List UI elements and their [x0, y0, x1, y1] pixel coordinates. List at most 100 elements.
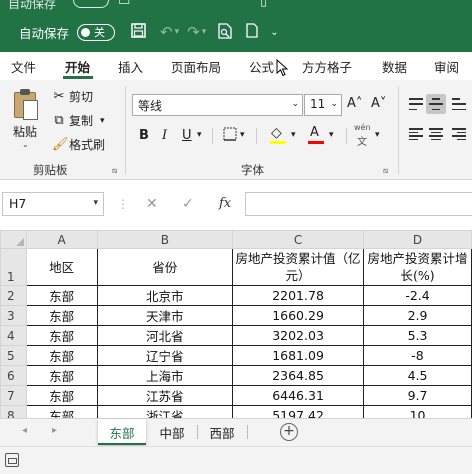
- font-name-select[interactable]: 等线 ⌄: [132, 94, 303, 116]
- table-cell[interactable]: 东部: [25, 285, 98, 306]
- table-cell[interactable]: 6446.31: [232, 385, 365, 406]
- table-cell[interactable]: 江苏省: [96, 385, 234, 406]
- table-cell[interactable]: 1660.29: [232, 305, 365, 326]
- paste-button[interactable]: 粘贴: [13, 123, 37, 140]
- bold-button[interactable]: B: [139, 128, 149, 143]
- print-preview-icon[interactable]: [218, 22, 232, 42]
- resize-handle-icon[interactable]: ⋮: [117, 197, 129, 211]
- tab-insert[interactable]: 插入: [118, 57, 143, 76]
- shrink-font-button[interactable]: A˅: [371, 96, 386, 111]
- tab-review[interactable]: 审阅: [434, 57, 459, 76]
- paste-dropdown-icon[interactable]: ⌄: [22, 140, 29, 149]
- new-doc-icon[interactable]: [246, 23, 258, 41]
- table-cell[interactable]: 东部: [25, 365, 98, 386]
- underline-dropdown-icon[interactable]: ▾: [197, 130, 202, 140]
- enter-icon[interactable]: ✓: [182, 196, 194, 212]
- spreadsheet-grid[interactable]: A B C D 1 地区 省份 房地产投资累计值（亿元） 房地产投资累计增长(%…: [0, 230, 472, 418]
- cut-button[interactable]: ✂ 剪切: [52, 88, 93, 105]
- table-cell[interactable]: 辽宁省: [96, 345, 234, 366]
- table-cell[interactable]: 天津市: [96, 305, 234, 326]
- tab-page-layout[interactable]: 页面布局: [171, 57, 221, 76]
- fill-color-icon[interactable]: ◇: [271, 125, 282, 141]
- font-color-dropdown-icon[interactable]: ▾: [329, 130, 334, 140]
- clipboard-launcher-icon[interactable]: ⧅: [112, 166, 117, 176]
- border-icon[interactable]: [223, 127, 237, 145]
- redo-dropdown-icon[interactable]: ▾: [202, 27, 207, 37]
- table-cell[interactable]: 5197.42: [232, 405, 365, 418]
- table-cell[interactable]: 东部: [25, 405, 98, 418]
- undo-icon[interactable]: ↶: [160, 24, 173, 40]
- tab-file[interactable]: 文件: [11, 57, 36, 76]
- table-cell[interactable]: 东部: [25, 345, 98, 366]
- next-sheet-icon[interactable]: ▸: [52, 425, 57, 436]
- table-cell[interactable]: 2364.85: [232, 365, 365, 386]
- table-cell[interactable]: 3202.03: [232, 325, 365, 346]
- fill-color-dropdown-icon[interactable]: ▾: [291, 130, 296, 140]
- table-cell[interactable]: 2.9: [363, 305, 472, 326]
- underline-button[interactable]: U: [182, 128, 192, 143]
- row-header[interactable]: 4: [0, 325, 27, 346]
- tab-fangfang[interactable]: 方方格子: [302, 57, 352, 76]
- sheet-tab-central[interactable]: 中部: [148, 419, 196, 445]
- prev-sheet-icon[interactable]: ◂: [22, 425, 27, 436]
- format-painter-button[interactable]: 🖌 格式刷: [52, 136, 105, 153]
- formula-input[interactable]: [245, 192, 472, 216]
- table-cell[interactable]: 上海市: [96, 365, 234, 386]
- redo-icon[interactable]: ↷: [187, 24, 200, 40]
- table-cell[interactable]: 2201.78: [232, 285, 365, 306]
- row-header[interactable]: 6: [0, 365, 27, 386]
- customize-toolbar-icon[interactable]: ⌄: [270, 27, 278, 38]
- macro-record-icon[interactable]: [5, 453, 19, 467]
- align-right-icon[interactable]: [452, 128, 466, 140]
- table-cell[interactable]: 东部: [25, 325, 98, 346]
- row-header[interactable]: 3: [0, 305, 27, 326]
- copy-dropdown-icon[interactable]: ▾: [100, 116, 105, 126]
- tab-formulas[interactable]: 公式: [249, 57, 274, 76]
- undo-dropdown-icon[interactable]: ▾: [175, 27, 180, 37]
- table-cell[interactable]: 河北省: [96, 325, 234, 346]
- column-header[interactable]: D: [363, 230, 472, 249]
- cancel-icon[interactable]: ✕: [146, 196, 158, 212]
- grow-font-button[interactable]: A˄: [347, 96, 362, 111]
- header-cell[interactable]: 房地产投资累计值（亿元）: [232, 248, 365, 286]
- table-cell[interactable]: -2.4: [363, 285, 472, 306]
- table-cell[interactable]: 9.7: [363, 385, 472, 406]
- name-box[interactable]: H7 ▾: [2, 192, 104, 216]
- sheet-tab-east[interactable]: 东部: [98, 419, 146, 445]
- row-header[interactable]: 5: [0, 345, 27, 366]
- header-cell[interactable]: 省份: [96, 248, 234, 286]
- save-icon[interactable]: [131, 23, 146, 41]
- copy-button[interactable]: ⧉ 复制 ▾: [52, 112, 105, 129]
- tab-home[interactable]: 开始: [65, 57, 90, 76]
- column-header[interactable]: C: [232, 230, 365, 249]
- align-bottom-icon[interactable]: [452, 98, 466, 110]
- paste-icon[interactable]: [12, 88, 42, 122]
- phonetic-guide-button[interactable]: 文: [357, 133, 367, 148]
- table-cell[interactable]: 4.5: [363, 365, 472, 386]
- border-dropdown-icon[interactable]: ▾: [240, 130, 245, 140]
- table-cell[interactable]: 10: [363, 405, 472, 418]
- font-size-select[interactable]: 11 ⌄: [304, 94, 342, 116]
- italic-button[interactable]: I: [162, 128, 167, 143]
- align-center-icon[interactable]: [429, 128, 443, 140]
- select-all-corner[interactable]: [0, 230, 27, 249]
- table-cell[interactable]: -8: [363, 345, 472, 366]
- phonetic-dropdown-icon[interactable]: ▾: [375, 130, 380, 140]
- align-top-icon[interactable]: [409, 98, 423, 110]
- autosave-toggle[interactable]: 关: [77, 23, 116, 41]
- row-header[interactable]: 8: [0, 405, 27, 418]
- header-cell[interactable]: 地区: [25, 248, 98, 286]
- font-color-icon[interactable]: A: [310, 125, 319, 140]
- row-header[interactable]: 7: [0, 385, 27, 406]
- table-cell[interactable]: 1681.09: [232, 345, 365, 366]
- table-cell[interactable]: 5.3: [363, 325, 472, 346]
- tab-data[interactable]: 数据: [382, 57, 407, 76]
- table-cell[interactable]: 北京市: [96, 285, 234, 306]
- add-sheet-icon[interactable]: +: [280, 423, 298, 441]
- align-left-icon[interactable]: [409, 128, 423, 140]
- align-middle-icon[interactable]: [429, 98, 443, 110]
- column-header[interactable]: A: [25, 230, 98, 249]
- sheet-tab-west[interactable]: 西部: [198, 419, 246, 445]
- row-header[interactable]: 2: [0, 285, 27, 306]
- table-cell[interactable]: 东部: [25, 305, 98, 326]
